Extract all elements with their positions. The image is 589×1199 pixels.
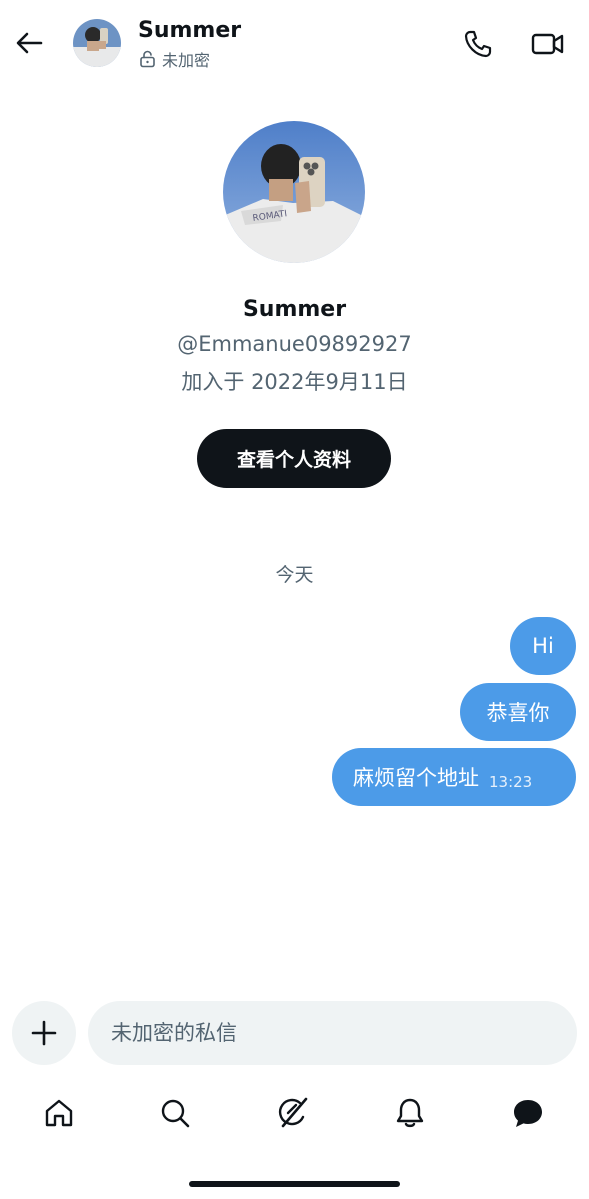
header-contact-name: Summer <box>138 18 242 43</box>
message-text: 恭喜你 <box>486 701 550 725</box>
bell-icon <box>396 1098 424 1128</box>
search-icon <box>161 1099 190 1128</box>
message-bubble[interactable]: Hi <box>510 617 576 675</box>
header-avatar[interactable] <box>73 19 121 67</box>
message-text: 麻烦留个地址 <box>353 766 479 790</box>
profile-joined-date: 加入于 2022年9月11日 <box>181 370 408 394</box>
encryption-status[interactable]: 未加密 <box>139 47 210 71</box>
back-arrow-icon <box>16 32 43 54</box>
message-timestamp: 13:23 <box>489 773 533 791</box>
home-indicator <box>189 1181 400 1187</box>
message-input[interactable] <box>88 1001 577 1065</box>
message-bubble[interactable]: 恭喜你 <box>460 683 576 741</box>
phone-icon <box>464 30 492 58</box>
nav-grok[interactable] <box>273 1093 313 1133</box>
nav-search[interactable] <box>155 1093 195 1133</box>
chat-header: Summer 未加密 <box>0 0 589 86</box>
home-icon <box>45 1099 73 1127</box>
back-button[interactable] <box>12 26 46 60</box>
video-camera-icon <box>531 33 564 55</box>
unlocked-icon <box>140 50 155 68</box>
nav-home[interactable] <box>39 1093 79 1133</box>
encryption-label: 未加密 <box>162 51 211 70</box>
video-call-button[interactable] <box>528 26 568 62</box>
call-button[interactable] <box>460 26 496 62</box>
view-profile-button[interactable]: 查看个人资料 <box>197 429 391 488</box>
nav-messages[interactable] <box>508 1093 548 1133</box>
messages-icon <box>514 1100 542 1127</box>
add-attachment-button[interactable] <box>12 1001 76 1065</box>
profile-name: Summer <box>242 297 347 322</box>
grok-icon <box>278 1097 308 1128</box>
profile-handle: @Emmanue09892927 <box>177 332 412 356</box>
message-bubble[interactable]: 麻烦留个地址 13:23 <box>332 748 576 806</box>
nav-notifications[interactable] <box>390 1093 430 1133</box>
message-text: Hi <box>532 634 554 658</box>
profile-avatar[interactable]: ROMATI <box>223 121 365 263</box>
date-separator: 今天 <box>275 564 314 586</box>
plus-icon <box>31 1020 57 1046</box>
